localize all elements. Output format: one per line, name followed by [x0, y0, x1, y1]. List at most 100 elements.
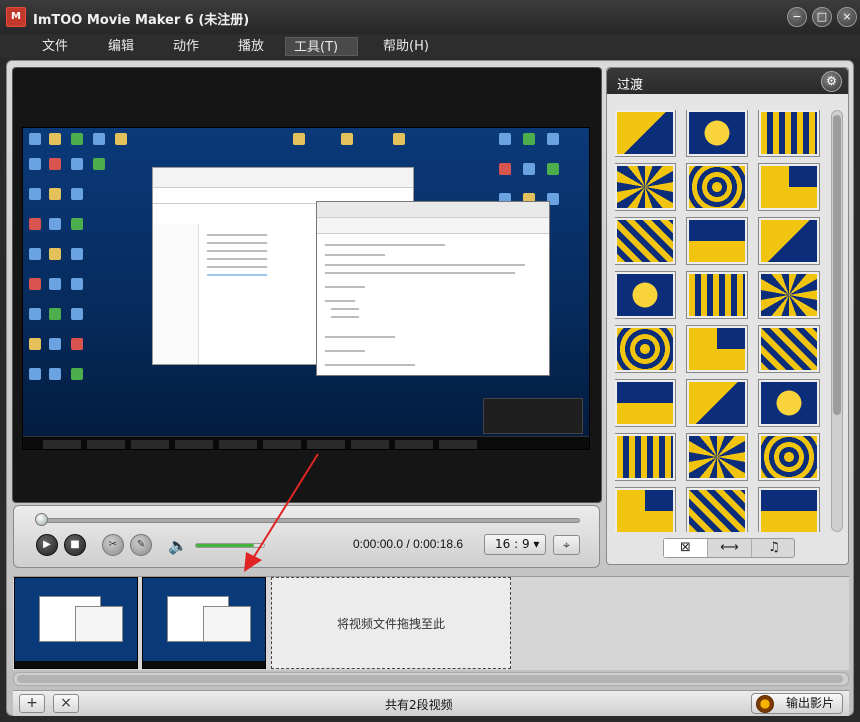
- title-bar: M ImTOO Movie Maker 6 (未注册) − □ ×: [0, 0, 860, 34]
- taskbar-item: [439, 440, 477, 449]
- text-line: [325, 286, 365, 288]
- transition-thumbnail[interactable]: [686, 487, 748, 532]
- drop-zone[interactable]: 将视频文件拖拽至此: [271, 577, 511, 669]
- maximize-button[interactable]: □: [812, 7, 832, 27]
- clip-thumbnail: [143, 661, 265, 668]
- menu-help[interactable]: 帮助(H): [375, 37, 437, 56]
- export-label: 输出影片: [786, 696, 835, 710]
- transition-thumbnail[interactable]: [686, 163, 748, 211]
- desktop-icon: [49, 188, 61, 200]
- scrollbar-thumb[interactable]: [17, 675, 843, 683]
- taskbar-item: [351, 440, 389, 449]
- tab-music[interactable]: ♫: [752, 539, 796, 557]
- taskbar-item: [43, 440, 81, 449]
- taskbar-item: [219, 440, 257, 449]
- transition-thumbnail[interactable]: [758, 433, 820, 481]
- menu-action[interactable]: 动作: [165, 37, 207, 56]
- edit-button[interactable]: ✎: [130, 534, 152, 556]
- play-button[interactable]: ▶: [36, 534, 58, 556]
- transition-thumbnail[interactable]: [615, 163, 676, 211]
- transitions-scrollbar[interactable]: [831, 110, 843, 532]
- video-clip[interactable]: [142, 577, 266, 669]
- clip-thumbnail: [75, 606, 123, 642]
- remove-clip-button[interactable]: ×: [53, 694, 79, 713]
- video-clip[interactable]: [14, 577, 138, 669]
- volume-slider[interactable]: [195, 543, 265, 548]
- desktop-icon: [93, 158, 105, 170]
- minimize-button[interactable]: −: [787, 7, 807, 27]
- taskbar-item: [395, 440, 433, 449]
- current-time: 0:00:00.0: [353, 537, 404, 551]
- file-row-selected: [207, 274, 267, 276]
- playback-controls: ▶ ■ ✂ ✎ 🔈 0:00:00.0 / 0:00:18.6 16 : 9 ▾…: [13, 505, 600, 568]
- seek-bar[interactable]: [42, 518, 580, 523]
- timeline-scrollbar[interactable]: [13, 672, 849, 686]
- play-icon: ▶: [43, 539, 51, 550]
- fit-screen-button[interactable]: ⌖: [553, 535, 580, 555]
- film-reel-icon: [756, 695, 774, 713]
- transition-thumbnail[interactable]: [615, 487, 676, 532]
- transition-thumbnail[interactable]: [615, 379, 676, 427]
- stop-button[interactable]: ■: [64, 534, 86, 556]
- transition-thumbnail[interactable]: [615, 433, 676, 481]
- transition-thumbnail[interactable]: [758, 217, 820, 265]
- transition-thumbnail[interactable]: [615, 110, 676, 157]
- transition-thumbnail[interactable]: [758, 325, 820, 373]
- gear-icon[interactable]: ⚙: [821, 71, 842, 92]
- aspect-ratio-dropdown[interactable]: 16 : 9 ▾: [484, 534, 546, 555]
- bottom-bar: + × 共有2段视频 输出影片: [13, 690, 849, 716]
- tab-transitions[interactable]: ⊠: [664, 539, 708, 557]
- menu-bar: 文件 编辑 动作 播放 工具(T) 帮助(H): [0, 34, 860, 58]
- export-button[interactable]: 输出影片: [751, 693, 843, 714]
- transition-thumbnail[interactable]: [758, 271, 820, 319]
- transition-thumbnail[interactable]: [758, 487, 820, 532]
- desktop-icon: [49, 218, 61, 230]
- menu-file[interactable]: 文件: [34, 37, 76, 56]
- transition-thumbnail[interactable]: [686, 271, 748, 319]
- transition-thumbnail[interactable]: [615, 217, 676, 265]
- total-time: 0:00:18.6: [413, 537, 464, 551]
- scrollbar-thumb[interactable]: [833, 115, 841, 415]
- cut-button[interactable]: ✂: [102, 534, 124, 556]
- taskbar-item: [175, 440, 213, 449]
- app-logo-icon: M: [6, 7, 26, 27]
- desktop-icon: [49, 133, 61, 145]
- desktop-icon: [29, 248, 41, 260]
- desktop-icon: [93, 133, 105, 145]
- close-button[interactable]: ×: [837, 7, 857, 27]
- transition-thumbnail[interactable]: [758, 163, 820, 211]
- desktop-icon: [341, 133, 353, 145]
- notification-toast: [483, 398, 583, 434]
- file-row: [207, 258, 267, 260]
- menu-tools[interactable]: 工具(T): [285, 37, 358, 56]
- taskbar-item: [87, 440, 125, 449]
- aspect-ratio-value: 16 : 9: [495, 537, 530, 551]
- video-frame[interactable]: [22, 127, 590, 450]
- transitions-panel: 过渡 ⚙ ⊠ ⟷ ♫: [606, 67, 849, 565]
- transition-thumbnail[interactable]: [615, 325, 676, 373]
- transition-thumbnail[interactable]: [686, 433, 748, 481]
- transition-thumbnail[interactable]: [686, 379, 748, 427]
- file-row: [207, 234, 267, 236]
- menu-play[interactable]: 播放: [230, 37, 272, 56]
- add-clip-button[interactable]: +: [19, 694, 45, 713]
- menu-edit[interactable]: 编辑: [100, 37, 142, 56]
- transition-thumbnail[interactable]: [686, 217, 748, 265]
- text-line: [331, 316, 359, 318]
- text-editor-window: [316, 201, 550, 376]
- tab-crop[interactable]: ⟷: [708, 539, 752, 557]
- desktop-icon: [29, 188, 41, 200]
- desktop-icon: [71, 218, 83, 230]
- taskbar-item: [131, 440, 169, 449]
- taskbar-item: [307, 440, 345, 449]
- transition-thumbnail[interactable]: [758, 379, 820, 427]
- transition-thumbnail[interactable]: [686, 110, 748, 157]
- desktop-icon: [547, 163, 559, 175]
- transition-thumbnail[interactable]: [686, 325, 748, 373]
- text-line: [325, 336, 395, 338]
- seek-thumb[interactable]: [35, 513, 48, 526]
- transition-thumbnail[interactable]: [615, 271, 676, 319]
- transitions-grid: [615, 110, 825, 532]
- transition-thumbnail[interactable]: [758, 110, 820, 157]
- volume-icon[interactable]: 🔈: [168, 536, 188, 555]
